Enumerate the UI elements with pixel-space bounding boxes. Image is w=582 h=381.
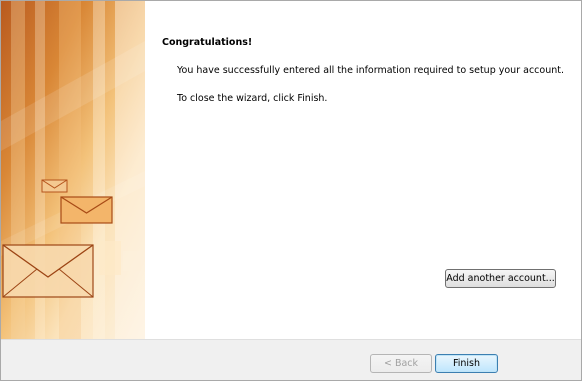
account-setup-wizard: Congratulations! You have successfully e… — [0, 0, 582, 381]
page-title: Congratulations! — [162, 37, 253, 48]
wizard-content: Congratulations! You have successfully e… — [162, 1, 581, 339]
envelope-banner-image — [1, 1, 145, 339]
close-instruction: To close the wizard, click Finish. — [177, 93, 328, 104]
envelope-icon-medium — [60, 196, 113, 224]
wizard-footer: < Back Finish — [1, 339, 581, 380]
envelope-icon-large — [2, 244, 94, 298]
finish-button[interactable]: Finish — [435, 354, 498, 373]
add-another-account-button[interactable]: Add another account... — [445, 269, 556, 288]
envelope-icon-small — [41, 179, 68, 193]
back-button[interactable]: < Back — [370, 354, 432, 373]
success-message: You have successfully entered all the in… — [177, 65, 564, 76]
